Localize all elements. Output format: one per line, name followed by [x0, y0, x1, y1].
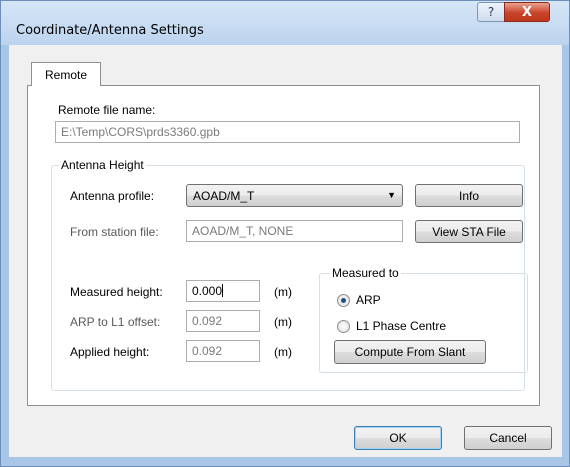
station-file-field[interactable]: AOAD/M_T, NONE: [186, 220, 403, 242]
l1-phase-centre-radio[interactable]: [337, 320, 350, 333]
applied-height-label: Applied height:: [70, 345, 150, 359]
close-button[interactable]: X: [504, 2, 550, 22]
applied-height-field[interactable]: 0.092: [186, 340, 260, 362]
tab-remote[interactable]: Remote: [31, 62, 101, 86]
station-file-label: From station file:: [70, 225, 159, 239]
measured-to-group: Measured to ARP L1 Phase Centre Compute …: [319, 266, 528, 373]
tab-remote-label: Remote: [44, 67, 88, 82]
l1-phase-centre-label[interactable]: L1 Phase Centre: [356, 319, 446, 333]
arp-radio[interactable]: [337, 294, 350, 307]
measured-to-title: Measured to: [330, 266, 401, 280]
cancel-button[interactable]: Cancel: [464, 426, 552, 450]
antenna-profile-value: AOAD/M_T: [193, 189, 255, 203]
arp-radio-label[interactable]: ARP: [356, 293, 381, 307]
chevron-down-icon: ▼: [387, 190, 396, 200]
window-title: Coordinate/Antenna Settings: [16, 23, 204, 38]
antenna-profile-label: Antenna profile:: [70, 189, 155, 203]
measured-height-input[interactable]: 0.000: [186, 280, 260, 302]
antenna-profile-dropdown[interactable]: AOAD/M_T ▼: [186, 184, 403, 207]
text-caret: [222, 284, 224, 297]
arp-offset-label: ARP to L1 offset:: [70, 315, 161, 329]
help-button[interactable]: ?: [477, 2, 505, 22]
arp-offset-unit: (m): [274, 315, 292, 329]
applied-height-unit: (m): [274, 345, 292, 359]
close-icon: X: [521, 4, 533, 20]
remote-file-field[interactable]: E:\Temp\CORS\prds3360.gpb: [55, 121, 520, 143]
info-button[interactable]: Info: [415, 184, 523, 207]
compute-from-slant-button[interactable]: Compute From Slant: [334, 340, 486, 364]
antenna-height-group: Antenna Height Antenna profile: AOAD/M_T…: [51, 158, 528, 391]
ok-button[interactable]: OK: [354, 426, 442, 450]
view-sta-file-button[interactable]: View STA File: [415, 220, 523, 243]
title-bar[interactable]: Coordinate/Antenna Settings ? X: [1, 1, 569, 45]
question-mark-icon: ?: [487, 5, 495, 19]
antenna-height-title: Antenna Height: [59, 158, 146, 172]
measured-height-label: Measured height:: [70, 285, 163, 299]
measured-height-value: 0.000: [192, 284, 223, 298]
dialog-window: Coordinate/Antenna Settings ? X Remote R…: [0, 0, 570, 467]
remote-file-label: Remote file name:: [58, 103, 156, 117]
measured-height-unit: (m): [274, 285, 292, 299]
dialog-client-area: Remote Remote file name: E:\Temp\CORS\pr…: [9, 45, 562, 457]
remote-tab-panel: Remote file name: E:\Temp\CORS\prds3360.…: [27, 85, 540, 406]
arp-offset-field[interactable]: 0.092: [186, 310, 260, 332]
